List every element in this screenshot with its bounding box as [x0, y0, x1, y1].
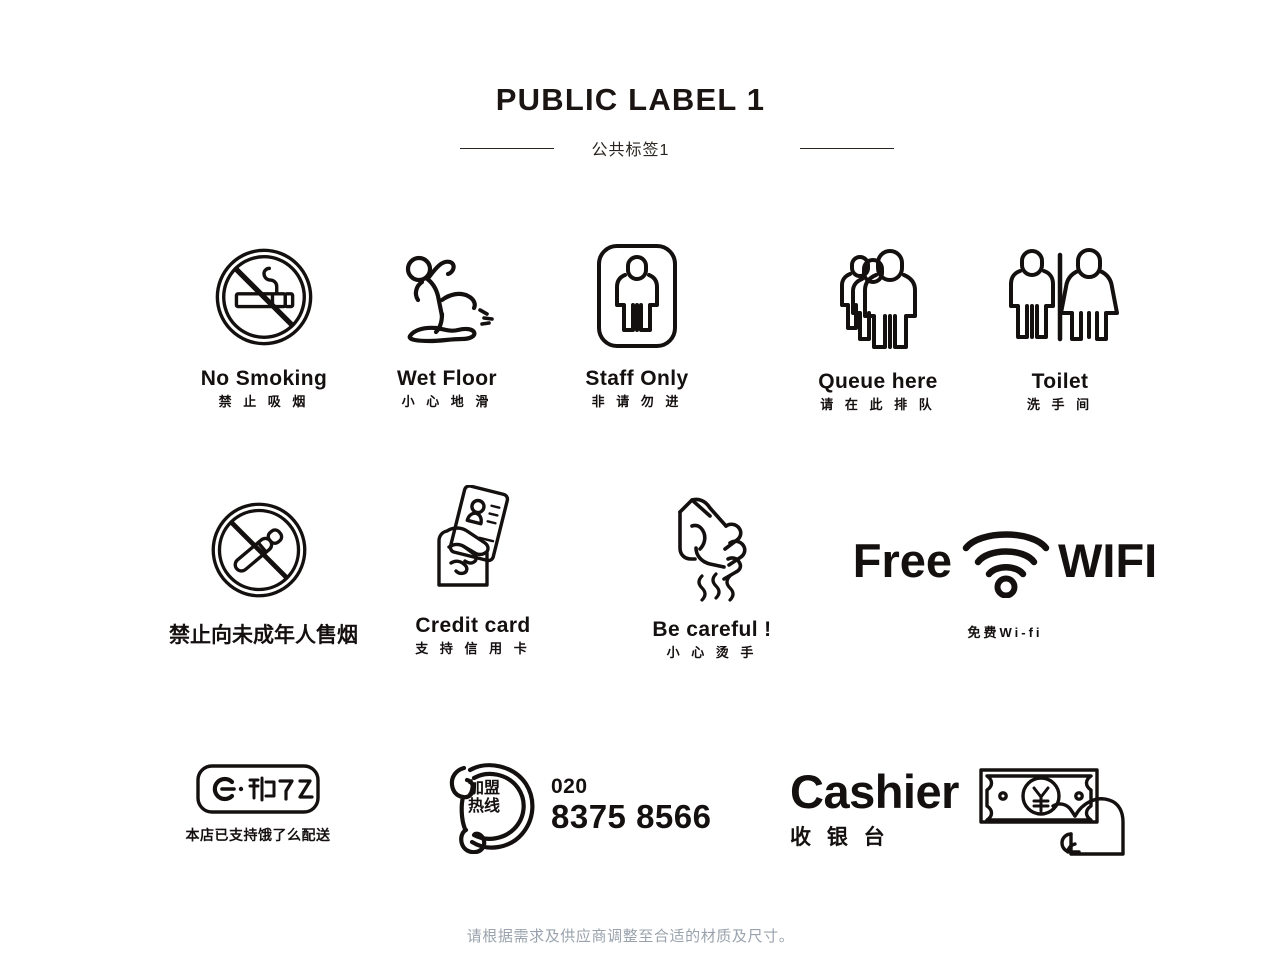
hand-credit-card-icon — [383, 485, 563, 603]
label-en: Toilet — [1031, 370, 1089, 393]
label-cn: 免费Wi-fi — [967, 625, 1043, 640]
label-cn: 禁 止 吸 烟 — [218, 394, 310, 410]
staff-only-icon — [547, 238, 727, 350]
label-card-no-tobacco-minors[interactable]: 禁止向未成年人售烟 — [169, 490, 358, 647]
label-card-hotline[interactable]: 加盟 热线 020 8375 8566 — [440, 756, 740, 856]
header: PUBLIC LABEL 1 公共标签1 — [0, 0, 1261, 163]
page-subtitle: 公共标签1 — [591, 142, 670, 159]
wet-floor-icon — [357, 238, 537, 350]
no-smoking-icon — [174, 238, 354, 350]
label-en: Be careful ! — [652, 618, 772, 641]
label-cn: 非 请 勿 进 — [591, 394, 683, 410]
label-card-staff-only[interactable]: Staff Only 非 请 勿 进 — [547, 238, 727, 409]
label-cn: 支 持 信 用 卡 — [415, 641, 531, 657]
queue-here-icon — [788, 238, 968, 353]
hot-hand-icon — [622, 490, 802, 603]
label-en: Queue here — [818, 370, 938, 393]
hand-banknote-icon — [975, 762, 1129, 860]
eleme-logo-icon — [168, 762, 348, 814]
label-en: Staff Only — [585, 367, 689, 390]
divider-left — [460, 148, 554, 149]
label-cn: 请 在 此 排 队 — [820, 397, 936, 413]
cashier-inline: Cashier 收 银 台 — [790, 762, 1150, 862]
hotline-inline: 加盟 热线 020 8375 8566 — [440, 756, 740, 856]
cashier-label-en: Cashier — [790, 765, 959, 818]
subtitle-row: 公共标签1 — [0, 133, 1261, 163]
label-card-cashier[interactable]: Cashier 收 银 台 — [790, 762, 1150, 862]
label-cn: 小 心 地 滑 — [401, 394, 493, 410]
label-card-wet-floor[interactable]: Wet Floor 小 心 地 滑 — [357, 238, 537, 409]
divider-right — [800, 148, 894, 149]
hotline-number: 8375 8566 — [551, 798, 712, 836]
phone-handset-icon: 加盟 热线 — [440, 758, 538, 854]
label-cn: 禁止向未成年人售烟 — [169, 624, 358, 647]
label-card-free-wifi[interactable]: Free WIFI 免费Wi-fi — [853, 520, 1157, 641]
no-cigarette-circle-icon — [169, 490, 349, 602]
label-card-toilet[interactable]: Toilet 洗 手 间 — [970, 238, 1150, 412]
wifi-label-right: WIFI — [1058, 533, 1158, 587]
footer-note: 请根据需求及供应商调整至合适的材质及尺寸。 — [466, 928, 795, 945]
free-wifi-inline: Free WIFI — [853, 520, 1157, 600]
hotline-icon-text-line1: 加盟 — [468, 780, 501, 797]
label-card-no-smoking[interactable]: No Smoking 禁 止 吸 烟 — [174, 238, 354, 409]
label-card-credit-card[interactable]: Credit card 支 持 信 用 卡 — [383, 485, 563, 656]
label-cn: 小 心 烫 手 — [666, 645, 758, 661]
label-card-be-careful[interactable]: Be careful ! 小 心 烫 手 — [622, 490, 802, 660]
label-card-eleme-delivery[interactable]: 本店已支持饿了么配送 — [168, 762, 348, 843]
label-en: No Smoking — [200, 367, 328, 390]
label-card-queue-here[interactable]: Queue here 请 在 此 排 队 — [788, 238, 968, 412]
hotline-area-code: 020 — [551, 775, 588, 799]
page-title: PUBLIC LABEL 1 — [495, 82, 766, 117]
label-en: Credit card — [415, 614, 531, 637]
cashier-label-cn: 收 银 台 — [790, 826, 890, 849]
public-label-sheet: PUBLIC LABEL 1 公共标签1 No Smoking 禁 止 吸 烟 … — [0, 0, 1261, 976]
label-en: Wet Floor — [396, 367, 498, 390]
label-cn: 洗 手 间 — [1026, 397, 1094, 413]
wifi-label-left: Free — [852, 533, 953, 587]
hotline-icon-text-line2: 热线 — [468, 797, 501, 815]
wifi-icon — [958, 522, 1054, 598]
toilet-icon — [970, 238, 1150, 353]
label-cn: 本店已支持饿了么配送 — [185, 827, 331, 843]
